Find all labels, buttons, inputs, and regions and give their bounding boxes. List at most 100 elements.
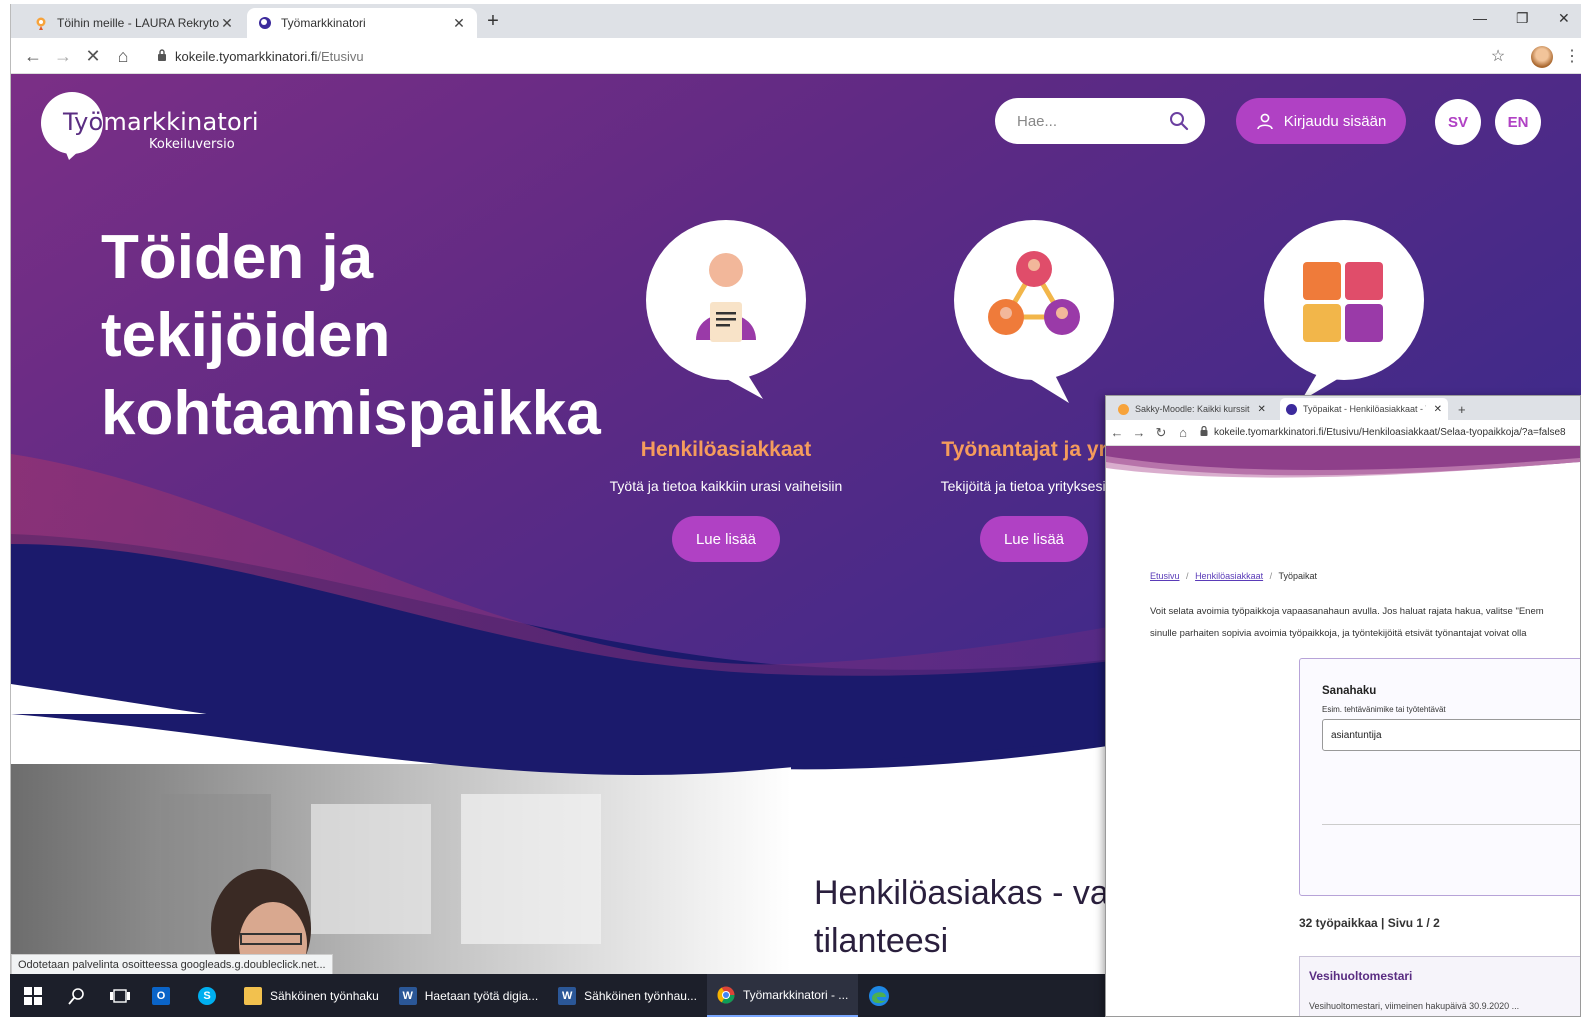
secondary-browser-window: Sakky-Moodle: Kaikki kurssit ✕ Työpaikat… (1105, 395, 1581, 1017)
browser-toolbar: ← → ✕ ⌂ kokeile.tyomarkkinatori.fi/Etusi… (11, 38, 1581, 74)
forward-icon[interactable]: → (51, 44, 75, 68)
secondary-toolbar: ← → ↻ ⌂ kokeile.tyomarkkinatori.fi/Etusi… (1106, 420, 1580, 446)
tab-moodle[interactable]: Sakky-Moodle: Kaikki kurssit ✕ (1112, 398, 1280, 420)
secondary-header-band (1106, 446, 1580, 478)
status-bar: Odotetaan palvelinta osoitteessa googlea… (11, 954, 333, 976)
close-tab-icon[interactable]: ✕ (219, 15, 235, 32)
read-more-button[interactable]: Lue lisää (672, 516, 780, 562)
home-icon[interactable]: ⌂ (1172, 425, 1194, 440)
close-window-icon[interactable]: ✕ (1558, 10, 1570, 27)
site-search-input[interactable]: Hae... (995, 98, 1205, 144)
back-icon[interactable]: ← (1106, 425, 1128, 440)
close-tab-icon[interactable]: ✕ (1258, 404, 1266, 415)
person-document-icon (646, 220, 806, 399)
taskbar-item-file-explorer[interactable]: Sähköinen työnhaku (234, 974, 389, 1017)
stop-icon[interactable]: ✕ (81, 44, 105, 68)
moodle-favicon-icon (1118, 403, 1129, 415)
search-icon[interactable] (1169, 111, 1189, 131)
logo-part2: markkinatori (103, 108, 259, 136)
restore-icon[interactable]: ❐ (1516, 10, 1529, 27)
taskbar-label: Sähköinen työnhau... (584, 988, 697, 1003)
breadcrumb-current: Työpaikat (1278, 571, 1318, 581)
lang-en-button[interactable]: EN (1495, 99, 1541, 145)
hero-title: Töiden ja tekijöiden kohtaamispaikka (101, 219, 621, 453)
tab-bar: Töihin meille - LAURA Rekrytointi ✕ Työm… (11, 4, 1581, 38)
new-tab-button[interactable]: + (1452, 398, 1472, 420)
user-icon (1256, 113, 1273, 130)
taskbar-label: Haetaan työtä digia... (424, 988, 539, 1003)
word-icon: W (398, 986, 417, 1005)
breadcrumb-home-link[interactable]: Etusivu (1150, 571, 1180, 581)
windows-start-icon (24, 986, 42, 1005)
lock-icon (157, 48, 167, 64)
outlook-app-icon[interactable]: O (142, 974, 188, 1017)
url-path: /Etusivu (317, 48, 364, 64)
keyword-search-input[interactable]: asiantuntija (1322, 719, 1580, 751)
card-title: Henkilöasiakkaat (640, 438, 812, 461)
card-description: Työtä ja tietoa kaikkiin urasi vaiheisii… (609, 478, 843, 494)
edge-app-icon[interactable] (858, 974, 900, 1017)
chrome-icon (717, 986, 735, 1004)
tab-laura[interactable]: Töihin meille - LAURA Rekrytointi ✕ (23, 8, 245, 38)
back-icon[interactable]: ← (21, 44, 45, 68)
logo-subtitle: Kokeiluversio (149, 137, 235, 152)
tab-title: Sakky-Moodle: Kaikki kurssit (1135, 404, 1250, 414)
breadcrumb-separator: / (1186, 571, 1189, 581)
hero-title-line: tekijöiden (101, 301, 391, 370)
card-henkiloasiakkaat: Henkilöasiakkaat Työtä ja tietoa kaikkii… (566, 217, 886, 562)
skype-app-icon[interactable]: S (188, 974, 234, 1017)
taskbar-item-word-2[interactable]: W Sähköinen työnhau... (548, 974, 707, 1017)
hero-title-line: kohtaamispaikka (101, 379, 601, 448)
laura-favicon-icon (33, 15, 49, 31)
word-search-panel: Sanahaku Esim. tehtävänimike tai työteht… (1299, 658, 1580, 896)
results-count: 32 työpaikkaa | Sivu 1 / 2 (1299, 916, 1440, 930)
job-title-link[interactable]: Vesihuoltomestari (1309, 969, 1412, 983)
forward-icon[interactable]: → (1128, 425, 1150, 440)
tyomarkkinatori-favicon-icon (257, 15, 273, 31)
folder-icon (244, 986, 262, 1005)
menu-dots-icon[interactable]: ⋮ (1561, 46, 1581, 68)
home-icon[interactable]: ⌂ (111, 44, 135, 68)
secondary-tab-bar: Sakky-Moodle: Kaikki kurssit ✕ Työpaikat… (1106, 396, 1580, 420)
secondary-address-bar[interactable]: kokeile.tyomarkkinatori.fi/Etusivu/Henki… (1214, 427, 1566, 438)
taskbar-item-word-1[interactable]: W Haetaan työtä digia... (389, 974, 548, 1017)
start-button[interactable] (10, 974, 56, 1017)
search-label: Sanahaku (1322, 685, 1377, 697)
divider (1322, 824, 1580, 825)
tab-title: Töihin meille - LAURA Rekrytointi (57, 16, 219, 30)
windows-taskbar: O S Sähköinen työnhaku W Haetaan työtä d… (10, 974, 1106, 1017)
intro-line: Voit selata avoimia työpaikkoja vapaasan… (1150, 606, 1544, 617)
login-button[interactable]: Kirjaudu sisään (1236, 98, 1406, 144)
close-tab-icon[interactable]: ✕ (1434, 404, 1442, 415)
word-icon: W (558, 986, 577, 1005)
tab-title: Työmarkkinatori (281, 16, 366, 30)
lang-sv-button[interactable]: SV (1435, 99, 1481, 145)
profile-avatar[interactable] (1531, 46, 1553, 68)
job-listing-card[interactable]: Vesihuoltomestari Vesihuoltomestari, vii… (1299, 956, 1580, 1016)
taskbar-item-chrome[interactable]: Työmarkkinatori - ... (706, 974, 859, 1017)
tab-tyomarkkinatori[interactable]: Työmarkkinatori ✕ (247, 8, 477, 38)
close-tab-icon[interactable]: ✕ (451, 15, 467, 32)
taskbar-search-icon[interactable] (56, 974, 98, 1017)
desktop: Töihin meille - LAURA Rekrytointi ✕ Työm… (0, 0, 1581, 1017)
tab-tyopaikat[interactable]: Työpaikat - Henkilöasiakkaat - Ty ✕ (1280, 398, 1448, 420)
search-hint: Esim. tehtävänimike tai työtehtävät (1322, 705, 1446, 714)
puzzle-icon (1264, 220, 1424, 401)
intro-line: sinulle parhaiten sopivia avoimia työpai… (1150, 628, 1527, 639)
address-bar[interactable]: kokeile.tyomarkkinatori.fi/Etusivu (147, 42, 1477, 70)
read-more-button[interactable]: Lue lisää (980, 516, 1088, 562)
breadcrumb-section-link[interactable]: Henkilöasiakkaat (1195, 571, 1263, 581)
hero-title-line: Töiden ja (101, 223, 374, 292)
network-people-icon (954, 220, 1114, 403)
logo-text: Työmarkkinatori (63, 108, 259, 136)
login-label: Kirjaudu sisään (1283, 112, 1387, 130)
intro-text: Voit selata avoimia työpaikkoja vapaasan… (1150, 601, 1580, 645)
taskbar-label: Sähköinen työnhaku (270, 988, 379, 1003)
job-summary: Vesihuoltomestari, viimeinen hakupäivä 3… (1309, 1001, 1520, 1011)
reload-icon[interactable]: ↻ (1150, 425, 1172, 441)
lock-icon (1200, 425, 1208, 439)
bookmark-star-icon[interactable]: ☆ (1487, 46, 1509, 68)
minimize-icon[interactable]: — (1473, 10, 1487, 26)
new-tab-button[interactable]: + (481, 10, 505, 33)
task-view-icon[interactable] (98, 974, 142, 1017)
